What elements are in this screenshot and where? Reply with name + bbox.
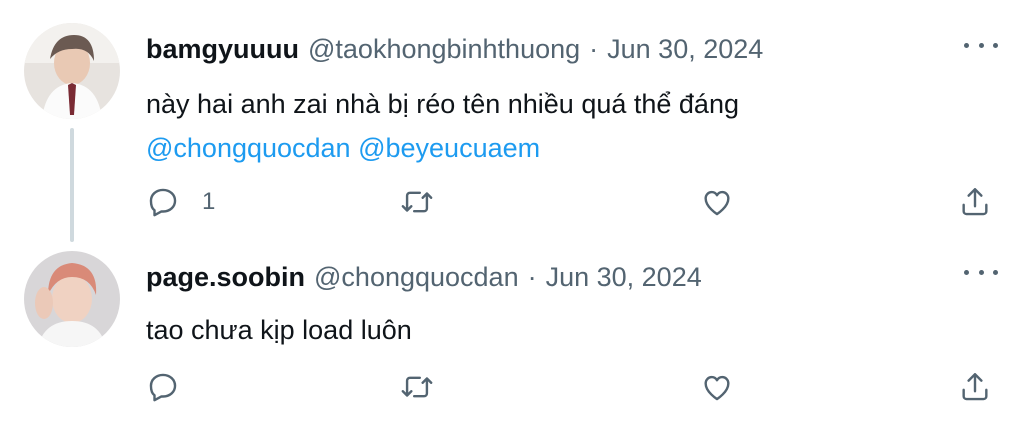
tweet-date[interactable]: Jun 30, 2024 (546, 259, 702, 295)
reply-button[interactable]: 1 (146, 184, 215, 220)
tweet-mentions: @chongquocdan @beyeucuaem (146, 126, 739, 170)
tweet-text-line: tao chưa kịp load luôn (146, 315, 412, 345)
share-button[interactable] (958, 184, 992, 220)
retweet-button[interactable] (400, 369, 434, 405)
reply-button[interactable] (146, 369, 202, 405)
more-icon[interactable] (964, 35, 998, 55)
more-icon[interactable] (964, 262, 998, 282)
tweet-header: page.soobin @chongquocdan · Jun 30, 2024 (146, 259, 702, 295)
mention-link[interactable]: @beyeucuaem (358, 133, 540, 163)
retweet-icon (401, 376, 433, 398)
reply-count: 1 (202, 188, 216, 215)
tweet[interactable]: page.soobin @chongquocdan · Jun 30, 2024… (0, 246, 1024, 430)
retweet-button[interactable] (400, 184, 434, 220)
tweet-text: này hai anh zai nhà bị réo tên nhiều quá… (146, 82, 739, 170)
reply-icon (149, 373, 177, 402)
avatar[interactable] (24, 251, 120, 347)
thread-line (70, 128, 74, 242)
tweet-actions: 1 (146, 184, 998, 220)
separator-dot: · (527, 262, 537, 292)
mention-link[interactable]: @chongquocdan (146, 133, 351, 163)
avatar-photo (24, 23, 120, 119)
user-handle[interactable]: @chongquocdan (314, 259, 519, 295)
display-name[interactable]: bamgyuuuu (146, 31, 299, 67)
like-icon (704, 190, 730, 216)
share-icon (962, 188, 988, 216)
like-button[interactable] (700, 369, 734, 405)
user-handle[interactable]: @taokhongbinhthuong (308, 31, 580, 67)
tweet-text-line: này hai anh zai nhà bị réo tên nhiều quá… (146, 89, 739, 119)
tweet-header: bamgyuuuu @taokhongbinhthuong · Jun 30, … (146, 31, 763, 67)
tweet[interactable]: bamgyuuuu @taokhongbinhthuong · Jun 30, … (0, 0, 1024, 246)
separator-dot: · (589, 34, 599, 64)
like-button[interactable] (700, 184, 734, 220)
avatar[interactable] (24, 23, 120, 119)
reply-icon (149, 188, 177, 217)
tweet-text: tao chưa kịp load luôn (146, 308, 412, 352)
share-icon (962, 373, 988, 401)
like-icon (704, 375, 730, 401)
display-name[interactable]: page.soobin (146, 259, 305, 295)
share-button[interactable] (958, 369, 992, 405)
tweet-date[interactable]: Jun 30, 2024 (607, 31, 763, 67)
tweet-actions (146, 369, 998, 405)
retweet-icon (401, 191, 433, 213)
avatar-photo (24, 251, 120, 347)
